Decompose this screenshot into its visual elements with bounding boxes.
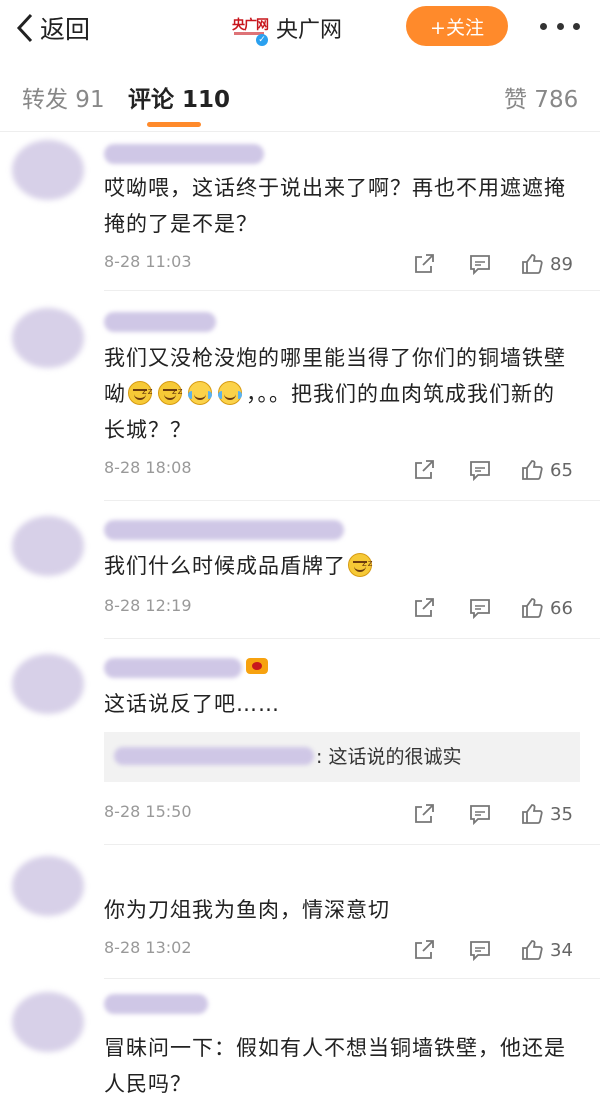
- thumbs-up-icon: [522, 254, 543, 274]
- more-dots-icon[interactable]: [540, 18, 580, 34]
- comment-text-part: 我们什么时候成品盾牌了: [104, 554, 346, 578]
- share-square-icon: [415, 598, 434, 617]
- avatar[interactable]: [12, 140, 84, 200]
- sleepy-smile-emoji-icon: zz: [346, 550, 374, 578]
- avatar[interactable]: [12, 654, 84, 714]
- username-redacted[interactable]: [104, 994, 208, 1014]
- comment-meta: 8-28 18:08 65: [104, 456, 584, 484]
- divider: [104, 978, 600, 979]
- username-redacted[interactable]: [104, 658, 242, 678]
- like-button[interactable]: 34: [520, 936, 573, 964]
- like-button[interactable]: 65: [520, 456, 573, 484]
- share-button[interactable]: [412, 594, 436, 622]
- like-count: 65: [550, 459, 573, 481]
- username-redacted[interactable]: [104, 520, 344, 540]
- like-count: 89: [550, 253, 573, 275]
- tab-repost[interactable]: 转发 91: [22, 80, 105, 114]
- active-tab-indicator: [147, 122, 201, 127]
- follow-button[interactable]: +关注: [406, 6, 508, 46]
- sleepy-smile-emoji-icon: zz: [156, 378, 184, 406]
- divider: [104, 290, 600, 291]
- top-bar: 返回 央广网 ✓ 央广网 +关注: [0, 0, 600, 56]
- brand-logo-text: 央广网: [232, 18, 269, 33]
- comment-text: 你为刀俎我为鱼肉，情深意切: [104, 898, 390, 922]
- laugh-cry-emoji-icon: [186, 378, 214, 406]
- comment-button[interactable]: [468, 594, 492, 622]
- share-button[interactable]: [412, 456, 436, 484]
- avatar[interactable]: [12, 308, 84, 368]
- comment-date: 8-28 13:02: [104, 938, 192, 957]
- divider: [104, 500, 600, 501]
- comment-bubble-icon: [470, 461, 490, 482]
- like-count: 34: [550, 939, 573, 961]
- like-button[interactable]: 66: [520, 594, 573, 622]
- reply-username-redacted: [114, 747, 314, 765]
- share-square-icon: [415, 254, 434, 273]
- laugh-cry-emoji-icon: [216, 378, 244, 406]
- tab-bar: 转发 91 评论 110 赞 786: [0, 64, 600, 132]
- brand-logo: 央广网 ✓: [232, 10, 269, 46]
- tab-comments[interactable]: 评论 110: [128, 80, 230, 114]
- comment-date: 8-28 12:19: [104, 596, 192, 615]
- comment-text: 我们又没枪没炮的哪里能当得了你们的铜墙铁壁呦 zz zz ，。。把我们的血肉筑成我们新…: [104, 340, 574, 448]
- thumbs-up-icon: [522, 598, 543, 618]
- username-redacted[interactable]: [104, 312, 216, 332]
- comment-button[interactable]: [468, 800, 492, 828]
- comment-bubble-icon: [470, 941, 490, 962]
- thumbs-up-icon: [522, 804, 543, 824]
- tab-likes[interactable]: 赞 786: [504, 80, 578, 114]
- share-square-icon: [415, 460, 434, 479]
- divider: [104, 844, 600, 845]
- reply-text: : 这话说的很诚实: [316, 746, 462, 768]
- like-count: 66: [550, 597, 573, 619]
- comment-date: 8-28 15:50: [104, 802, 192, 821]
- comment-text: 冒昧问一下：假如有人不想当铜墙铁壁，他还是人民吗？: [104, 1036, 566, 1096]
- back-label: 返回: [40, 15, 91, 44]
- comment-bubble-icon: [470, 599, 490, 620]
- like-button[interactable]: 89: [520, 250, 573, 278]
- chevron-left-icon: [16, 13, 33, 43]
- divider: [104, 638, 600, 639]
- share-square-icon: [415, 940, 434, 959]
- back-button[interactable]: 返回: [14, 8, 90, 48]
- share-button[interactable]: [412, 800, 436, 828]
- share-button[interactable]: [412, 936, 436, 964]
- comment-bubble-icon: [470, 255, 490, 276]
- avatar[interactable]: [12, 516, 84, 576]
- comment-text: 哎呦喂，这话终于说出来了啊？再也不用遮遮掩掩的了是不是？: [104, 176, 566, 236]
- reply-preview[interactable]: : 这话说的很诚实: [104, 732, 580, 782]
- share-button[interactable]: [412, 250, 436, 278]
- share-square-icon: [415, 804, 434, 823]
- avatar[interactable]: [12, 856, 84, 916]
- comment-text: 我们什么时候成品盾牌了 zz: [104, 548, 574, 584]
- like-button[interactable]: 35: [520, 800, 573, 828]
- comment-date: 8-28 18:08: [104, 458, 192, 477]
- comment-text: 这话说反了吧……: [104, 692, 280, 716]
- comment-bubble-icon: [470, 805, 490, 826]
- account-name: 央广网: [276, 18, 343, 43]
- account-brand[interactable]: 央广网 ✓ 央广网: [232, 8, 342, 48]
- comment-button[interactable]: [468, 456, 492, 484]
- comment-button[interactable]: [468, 250, 492, 278]
- crown-badge-icon: [246, 654, 270, 676]
- avatar[interactable]: [12, 992, 84, 1052]
- comment-meta: 8-28 15:50 35: [104, 800, 584, 828]
- thumbs-up-icon: [522, 940, 543, 960]
- thumbs-up-icon: [522, 460, 543, 480]
- comment-meta: 8-28 12:19 66: [104, 594, 584, 622]
- comment-button[interactable]: [468, 936, 492, 964]
- like-count: 35: [550, 803, 573, 825]
- username-redacted[interactable]: [104, 144, 264, 164]
- sleepy-smile-emoji-icon: zz: [126, 378, 154, 406]
- comment-date: 8-28 11:03: [104, 252, 192, 271]
- verified-badge-icon: ✓: [256, 34, 268, 46]
- comment-meta: 8-28 13:02 34: [104, 936, 584, 964]
- comment-meta: 8-28 11:03 89: [104, 250, 584, 278]
